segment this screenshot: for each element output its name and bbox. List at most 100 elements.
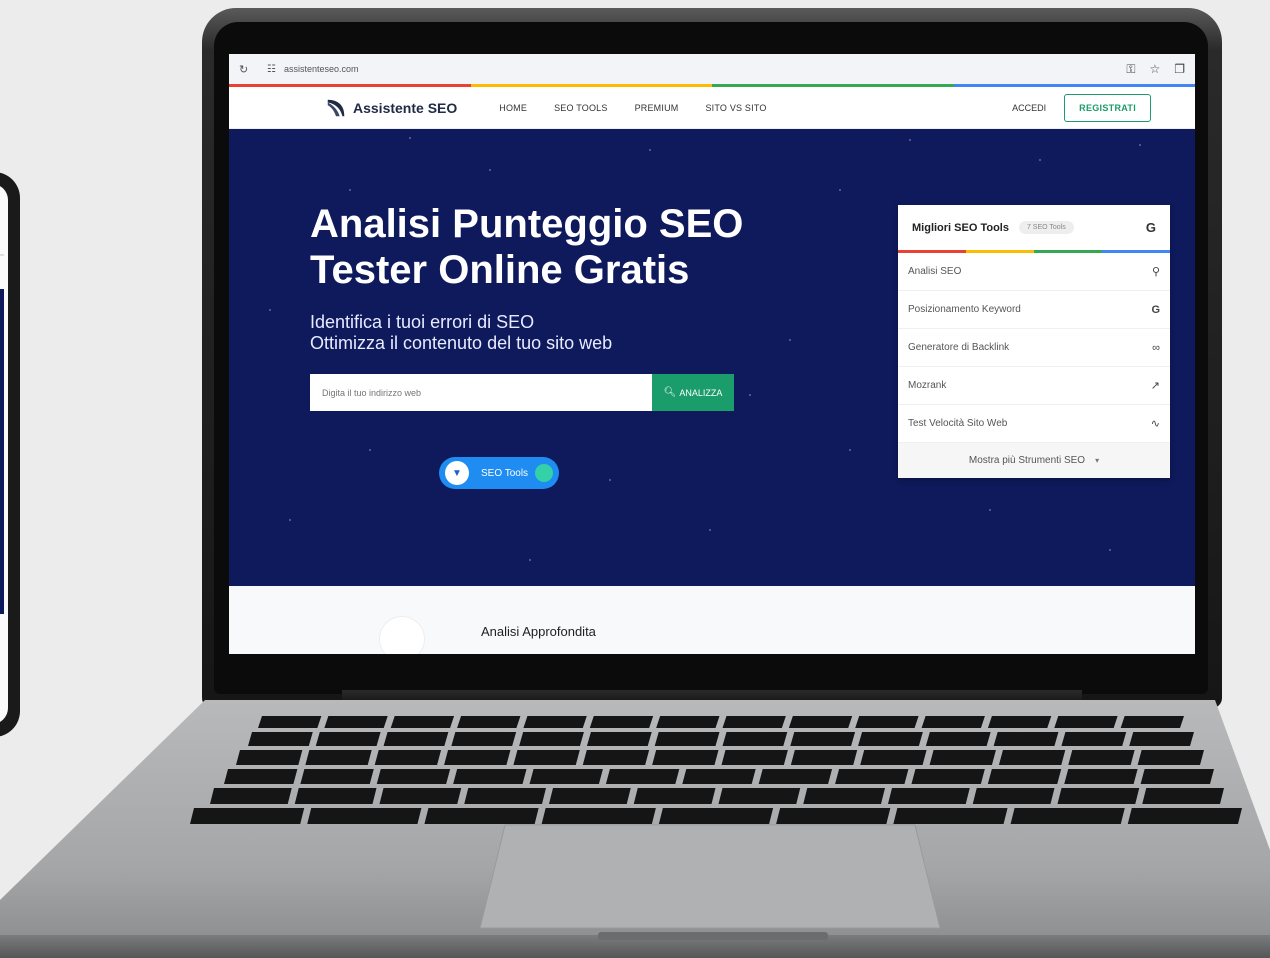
tool-item[interactable]: Test Velocità Sito Web ∿ — [898, 405, 1170, 443]
hero-section: Analisi Punteggio SEO Tester Online Grat… — [229, 129, 1195, 586]
search-icon: ⚲ — [1151, 266, 1160, 278]
nav-sito-vs-sito[interactable]: SITO VS SITO — [705, 103, 766, 113]
keyboard-key — [722, 716, 786, 728]
keyboard-key — [258, 716, 322, 728]
keyboard-key — [451, 732, 517, 746]
site-logo[interactable]: Assistente SEO — [325, 97, 457, 119]
reload-icon[interactable]: ↻ — [239, 63, 251, 76]
tune-icon[interactable]: ☷ — [267, 64, 276, 75]
keyboard-key — [224, 769, 298, 784]
keyboard-key — [582, 750, 650, 765]
keyboard-key — [605, 769, 680, 784]
url-search-form: 🔍︎ ANALIZZA — [310, 374, 734, 411]
keyboard-key — [1140, 769, 1214, 784]
keyboard-key — [652, 750, 719, 765]
tool-item[interactable]: Mozrank ↗ — [898, 367, 1170, 405]
keyboard-key — [376, 769, 451, 784]
keyboard-key — [1061, 732, 1127, 746]
pulse-icon: ∿ — [1150, 418, 1160, 430]
keyboard-key — [998, 750, 1066, 765]
main-menu: HOME SEO TOOLS PREMIUM SITO VS SITO — [499, 103, 793, 113]
content-section: Analisi Approfondita — [229, 586, 1195, 654]
keyboard-key — [987, 716, 1052, 728]
keyboard-key — [776, 808, 891, 824]
keyboard-key — [529, 769, 603, 784]
keyboard-key — [888, 788, 970, 804]
laptop-base — [0, 700, 1270, 958]
url-input[interactable] — [310, 374, 652, 411]
keyboard-key — [1064, 769, 1138, 784]
seo-tools-toggle[interactable]: ▼ SEO Tools — [439, 457, 559, 489]
keyboard-key — [190, 808, 305, 824]
keyboard-key — [1068, 750, 1135, 765]
toggle-knob — [535, 464, 553, 482]
keyboard-key — [300, 769, 374, 784]
keyboard-key — [236, 750, 303, 765]
star-icon[interactable]: ☆ — [1149, 62, 1160, 76]
tool-item[interactable]: Analisi SEO ⚲ — [898, 253, 1170, 291]
keyboard-key — [921, 716, 985, 728]
nav-seo-tools[interactable]: SEO TOOLS — [554, 103, 608, 113]
laptop-screen: ↻ ☷ assistenteseo.com ⚿ ☆ ❐ Assistente S… — [229, 54, 1195, 654]
feature-icon — [379, 616, 425, 654]
show-more-tools[interactable]: Mostra più Strumenti SEO ▾ — [898, 443, 1170, 478]
keyboard-key — [993, 732, 1059, 746]
keyboard-key — [307, 808, 422, 824]
keyboard-key — [1057, 788, 1140, 804]
nav-home[interactable]: HOME — [499, 103, 527, 113]
keyboard-key — [790, 750, 858, 765]
keyboard-key — [444, 750, 511, 765]
login-link[interactable]: ACCEDI — [1012, 103, 1046, 113]
keyboard-key — [1010, 808, 1125, 824]
extension-icon[interactable]: ❐ — [1174, 62, 1185, 76]
keyboard-key — [453, 769, 527, 784]
keyboard-key — [803, 788, 885, 804]
keyboard-key — [464, 788, 546, 804]
keyboard-key — [549, 788, 631, 804]
keyboard-key — [925, 732, 991, 746]
key-icon[interactable]: ⚿ — [1126, 62, 1135, 77]
keyboard-key — [294, 788, 377, 804]
keyboard-key — [1129, 732, 1194, 746]
tools-count-badge: 7 SEO Tools — [1018, 221, 1074, 234]
keyboard-key — [987, 769, 1062, 784]
brand-name: Assistente SEO — [353, 99, 458, 116]
tool-item[interactable]: Generatore di Backlink ∞ — [898, 329, 1170, 367]
keyboard-key — [893, 808, 1008, 824]
link-icon: ∞ — [1152, 341, 1160, 354]
keyboard-key — [1120, 716, 1184, 728]
chart-icon: ↗ — [1150, 380, 1160, 392]
keyboard-key — [519, 732, 584, 746]
keyboard-key — [523, 716, 587, 728]
keyboard-key — [790, 732, 856, 746]
url-text[interactable]: assistenteseo.com — [284, 64, 359, 74]
keyboard-key — [929, 750, 996, 765]
keyboard-key — [633, 788, 716, 804]
keyboard-key — [390, 716, 455, 728]
keyboard-key — [1142, 788, 1224, 804]
register-button[interactable]: REGISTRATI — [1064, 93, 1151, 122]
keyboard-key — [1054, 716, 1118, 728]
analyze-button[interactable]: 🔍︎ ANALIZZA — [652, 374, 734, 411]
keyboard-key — [858, 732, 923, 746]
tools-color-strip — [898, 250, 1170, 253]
keyboard-key — [654, 732, 720, 746]
search-icon: 🔍︎ — [663, 387, 677, 398]
keyboard-key — [658, 808, 774, 824]
tool-item[interactable]: Posizionamento Keyword G — [898, 291, 1170, 329]
keyboard-key — [589, 716, 654, 728]
nav-premium[interactable]: PREMIUM — [635, 103, 679, 113]
keyboard-key — [855, 716, 919, 728]
chevron-down-icon: ▾ — [1095, 456, 1100, 465]
keyboard-key — [972, 788, 1055, 804]
keyboard-key — [305, 750, 372, 765]
google-icon: G — [1151, 303, 1160, 316]
hero-subtitle: Identifica i tuoi errori di SEO Ottimizz… — [310, 312, 613, 353]
seo-tools-card: Migliori SEO Tools 7 SEO Tools G Analisi… — [898, 205, 1170, 478]
keyboard-key — [1127, 808, 1242, 824]
keyboard-key — [586, 732, 652, 746]
keyboard-key — [315, 732, 381, 746]
color-strip — [229, 84, 1195, 87]
phone-device — [0, 172, 20, 737]
tools-card-header: Migliori SEO Tools 7 SEO Tools G — [912, 220, 1156, 235]
